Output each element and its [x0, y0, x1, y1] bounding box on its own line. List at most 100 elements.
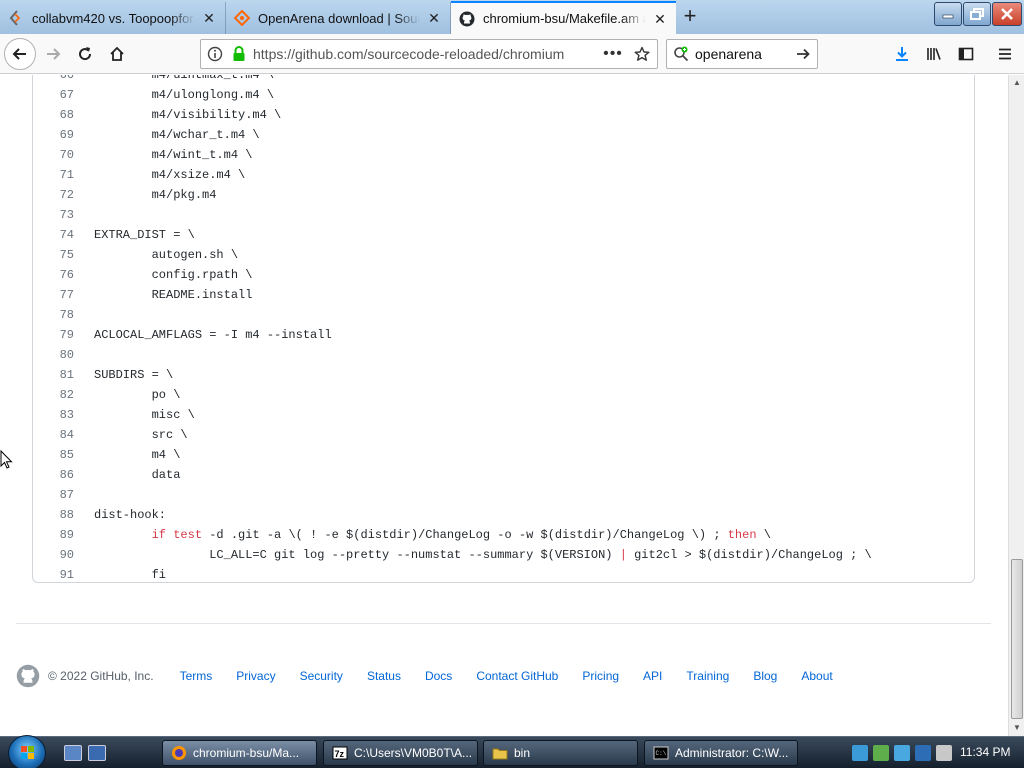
code-line: 71 m4/xsize.m4 \	[33, 165, 973, 185]
footer-link-contact[interactable]: Contact GitHub	[476, 669, 558, 683]
footer-link-training[interactable]: Training	[686, 669, 729, 683]
mouse-cursor-icon	[0, 450, 13, 469]
scroll-down-arrow-icon[interactable]: ▼	[1009, 720, 1024, 736]
windows-taskbar: chromium-bsu/Ma... 7z C:\Users\VM0B0T\A.…	[0, 735, 1024, 768]
tab-makefile[interactable]: chromium-bsu/Makefile.am at ✕	[451, 1, 676, 34]
code-line: 72 m4/pkg.m4	[33, 185, 973, 205]
sourceforge-icon	[8, 10, 24, 26]
sidebar-button[interactable]	[951, 39, 981, 69]
footer-link-blog[interactable]: Blog	[753, 669, 777, 683]
line-number[interactable]: 73	[33, 205, 74, 225]
reload-button[interactable]	[70, 39, 100, 69]
taskbar-button-cmd[interactable]: C:\ Administrator: C:\W...	[644, 740, 798, 766]
line-number[interactable]: 68	[33, 105, 74, 125]
tab-collabvm[interactable]: collabvm420 vs. Toopoopforu ✕	[0, 2, 226, 34]
hamburger-menu-icon	[999, 48, 1011, 60]
code-token: test	[173, 528, 203, 542]
line-number[interactable]: 90	[33, 545, 74, 565]
line-number[interactable]: 69	[33, 125, 74, 145]
line-number[interactable]: 71	[33, 165, 74, 185]
footer-link-pricing[interactable]: Pricing	[582, 669, 619, 683]
network-icon[interactable]	[915, 745, 931, 761]
close-tab-icon[interactable]: ✕	[426, 10, 442, 26]
code-line: 90 LC_ALL=C git log --pretty --numstat -…	[33, 545, 973, 565]
code-line: 69 m4/wchar_t.m4 \	[33, 125, 973, 145]
info-icon[interactable]	[201, 46, 229, 62]
taskbar-button-7zip[interactable]: 7z C:\Users\VM0B0T\A...	[323, 740, 478, 766]
footer-link-privacy[interactable]: Privacy	[236, 669, 275, 683]
switch-windows-icon[interactable]	[88, 745, 106, 761]
footer-link-terms[interactable]: Terms	[180, 669, 213, 683]
svg-text:C:\: C:\	[656, 750, 667, 757]
line-number[interactable]: 74	[33, 225, 74, 245]
line-number[interactable]: 79	[33, 325, 74, 345]
line-number[interactable]: 83	[33, 405, 74, 425]
taskbar-clock[interactable]: 11:34 PM	[960, 745, 1010, 759]
close-tab-icon[interactable]: ✕	[652, 11, 668, 27]
forward-arrow-icon	[47, 48, 61, 60]
line-number[interactable]: 76	[33, 265, 74, 285]
code-line: 68 m4/visibility.m4 \	[33, 105, 973, 125]
footer-link-docs[interactable]: Docs	[425, 669, 452, 683]
close-tab-icon[interactable]: ✕	[201, 10, 217, 26]
github-logo-icon[interactable]	[16, 664, 40, 688]
start-button[interactable]	[8, 735, 46, 768]
scroll-up-arrow-icon[interactable]: ▲	[1009, 75, 1024, 91]
menu-button[interactable]	[990, 39, 1020, 69]
taskbar-button-label: chromium-bsu/Ma...	[193, 746, 300, 760]
tray-app-2-icon[interactable]	[894, 745, 910, 761]
line-number[interactable]: 70	[33, 145, 74, 165]
taskbar-button-bin-folder[interactable]: bin	[483, 740, 638, 766]
sourceforge-diamond-icon	[234, 10, 250, 26]
line-number[interactable]: 67	[33, 85, 74, 105]
code-text: m4/visibility.m4 \	[94, 108, 282, 122]
line-number[interactable]: 88	[33, 505, 74, 525]
forward-button[interactable]	[38, 39, 68, 69]
line-number[interactable]: 87	[33, 485, 74, 505]
page-actions-icon[interactable]: •••	[599, 45, 627, 63]
line-number[interactable]: 80	[33, 345, 74, 365]
line-number[interactable]: 89	[33, 525, 74, 545]
bookmark-star-icon[interactable]	[627, 46, 657, 62]
code-text: if test -d .git -a \( ! -e $(distdir)/Ch…	[94, 525, 771, 545]
line-number[interactable]: 78	[33, 305, 74, 325]
code-text: misc \	[94, 408, 195, 422]
search-input[interactable]: openarena	[695, 46, 789, 62]
line-number[interactable]: 66	[33, 75, 74, 85]
line-number[interactable]: 75	[33, 245, 74, 265]
back-button[interactable]	[4, 38, 36, 70]
show-desktop-icon[interactable]	[64, 745, 82, 761]
footer-link-status[interactable]: Status	[367, 669, 401, 683]
url-bar[interactable]: https://github.com/sourcecode-reloaded/c…	[200, 39, 658, 69]
tab-openarena[interactable]: OpenArena download | Source ✕	[226, 2, 451, 34]
search-go-arrow-icon[interactable]	[789, 46, 817, 62]
line-number[interactable]: 72	[33, 185, 74, 205]
cmd-icon: C:\	[653, 746, 669, 760]
tray-app-icon[interactable]	[873, 745, 889, 761]
downloads-button[interactable]	[887, 39, 917, 69]
scrollbar-thumb[interactable]	[1011, 559, 1023, 719]
new-tab-button[interactable]: +	[676, 4, 704, 30]
line-number[interactable]: 81	[33, 365, 74, 385]
close-window-button[interactable]	[992, 2, 1022, 26]
network-share-icon[interactable]	[852, 745, 868, 761]
search-bar[interactable]: openarena	[666, 39, 818, 69]
line-number[interactable]: 77	[33, 285, 74, 305]
code-line: 88 dist-hook:	[33, 505, 973, 525]
minimize-button[interactable]	[934, 2, 962, 26]
line-number[interactable]: 85	[33, 445, 74, 465]
vertical-scrollbar[interactable]: ▲ ▼	[1008, 75, 1024, 736]
line-number[interactable]: 86	[33, 465, 74, 485]
restore-button[interactable]	[963, 2, 991, 26]
taskbar-button-firefox[interactable]: chromium-bsu/Ma...	[162, 740, 317, 766]
footer-link-api[interactable]: API	[643, 669, 662, 683]
line-number[interactable]: 84	[33, 425, 74, 445]
footer-link-about[interactable]: About	[801, 669, 832, 683]
volume-muted-icon[interactable]	[936, 745, 952, 761]
home-button[interactable]	[102, 39, 132, 69]
footer-link-security[interactable]: Security	[300, 669, 343, 683]
line-number[interactable]: 91	[33, 565, 74, 585]
library-button[interactable]	[919, 39, 949, 69]
line-number[interactable]: 82	[33, 385, 74, 405]
search-engine-icon[interactable]	[667, 46, 695, 62]
